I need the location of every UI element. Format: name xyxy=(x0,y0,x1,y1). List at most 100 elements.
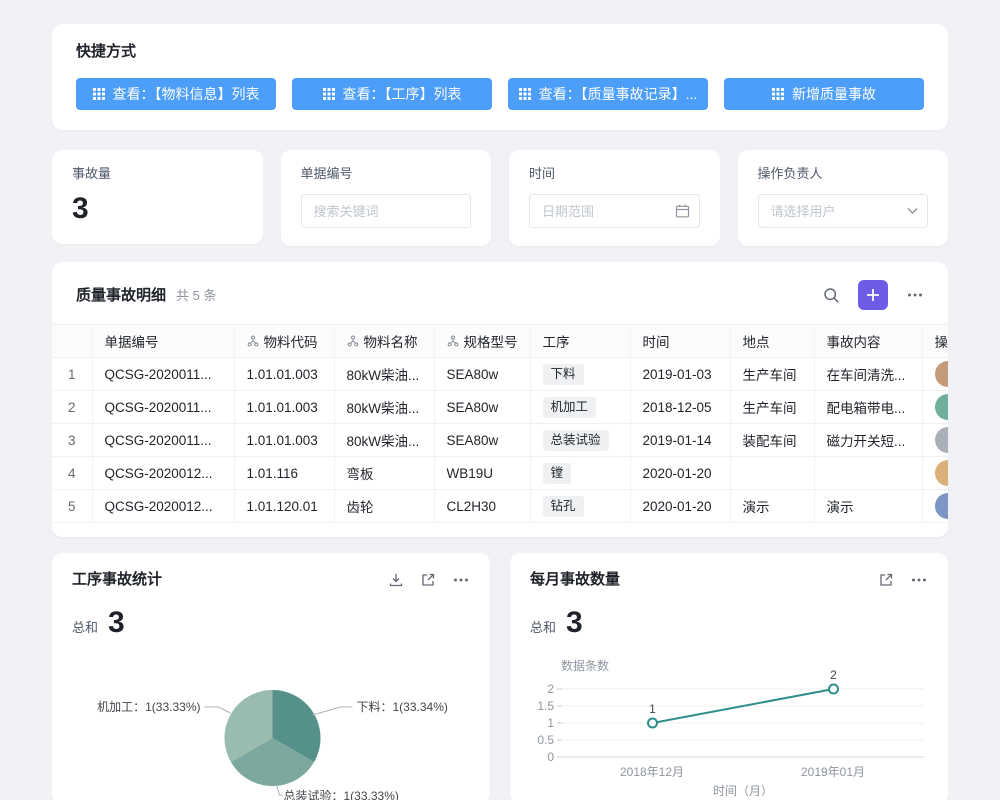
column-header-content: 事故内容 xyxy=(814,325,922,358)
svg-text:1: 1 xyxy=(649,702,656,716)
plus-icon xyxy=(866,288,880,302)
process-tag: 机加工 xyxy=(543,397,597,418)
dashboard-page: 快捷方式 查看：【物料信息】列表 查看：【工序】列表 xyxy=(0,0,1000,800)
cell-operator xyxy=(922,391,948,424)
doc-number-search-input[interactable] xyxy=(301,194,472,228)
time-filter-card: 时间 xyxy=(509,150,720,246)
cell-content xyxy=(814,457,922,490)
cell-mat-code: 1.01.120.01 xyxy=(234,490,334,523)
avatar xyxy=(935,394,949,420)
column-header-place: 地点 xyxy=(730,325,814,358)
cell-mat-code: 1.01.01.003 xyxy=(234,358,334,391)
cell-date: 2018-12-05 xyxy=(630,391,730,424)
line-chart-title: 每月事故数量 xyxy=(530,570,620,590)
more-button[interactable] xyxy=(910,571,928,589)
cell-doc: QCSG-2020012... xyxy=(92,457,234,490)
table-row[interactable]: 1 QCSG-2020011... 1.01.01.003 80kW柴油... … xyxy=(52,358,948,391)
y-tick: 2 xyxy=(547,682,554,696)
cell-place xyxy=(730,457,814,490)
table-title: 质量事故明细 xyxy=(76,286,166,306)
more-button[interactable] xyxy=(452,571,470,589)
accident-table: 单据编号 物料代码 物料名称 规格型号 工序 时间 地点 事故内容 操作负责人 xyxy=(52,324,948,523)
column-header-doc: 单据编号 xyxy=(92,325,234,358)
cell-doc: QCSG-2020011... xyxy=(92,424,234,457)
column-header-index xyxy=(52,325,92,358)
pie-label-machining: 机加工：1(33.33%) xyxy=(97,700,200,714)
table-row[interactable]: 2 QCSG-2020011... 1.01.01.003 80kW柴油... … xyxy=(52,391,948,424)
chevron-down-icon xyxy=(907,208,918,215)
svg-text:2: 2 xyxy=(830,668,837,682)
y-tick: 0.5 xyxy=(537,733,554,747)
cell-content: 磁力开关短... xyxy=(814,424,922,457)
y-tick: 1 xyxy=(547,716,554,730)
shortcut-button-row: 查看：【物料信息】列表 查看：【工序】列表 查看：【质量事故记录】... xyxy=(76,78,924,110)
cell-process: 机加工 xyxy=(530,391,630,424)
shortcut-label: 查看：【工序】列表 xyxy=(343,84,462,104)
view-quality-record-list-button[interactable]: 查看：【质量事故记录】... xyxy=(508,78,708,110)
column-header-date: 时间 xyxy=(630,325,730,358)
table-row[interactable]: 3 QCSG-2020011... 1.01.01.003 80kW柴油... … xyxy=(52,424,948,457)
cell-process: 下料 xyxy=(530,358,630,391)
cell-content: 演示 xyxy=(814,490,922,523)
cell-mat-name: 80kW柴油... xyxy=(334,358,434,391)
pie-label-assembly: 总装试验：1(33.33%) xyxy=(284,788,399,800)
cell-mat-code: 1.01.116 xyxy=(234,457,334,490)
cell-mat-name: 80kW柴油... xyxy=(334,391,434,424)
cell-date: 2019-01-14 xyxy=(630,424,730,457)
line-total-label: 总和 xyxy=(530,617,556,636)
add-record-button[interactable] xyxy=(858,280,888,310)
accident-count-card: 事故量 3 xyxy=(52,150,263,244)
operator-select[interactable] xyxy=(758,194,929,228)
table-record-count: 共 5 条 xyxy=(176,285,216,304)
cell-mat-code: 1.01.01.003 xyxy=(234,424,334,457)
filter-row: 事故量 3 单据编号 时间 操作负责人 xyxy=(52,150,948,246)
operator-label: 操作负责人 xyxy=(758,166,929,182)
cell-doc: QCSG-2020011... xyxy=(92,391,234,424)
add-quality-accident-button[interactable]: 新增质量事故 xyxy=(724,78,924,110)
search-button[interactable] xyxy=(823,287,840,304)
chart-row: 工序事故统计 总和 3 xyxy=(52,553,948,800)
cell-doc: QCSG-2020011... xyxy=(92,358,234,391)
pie-total-value: 3 xyxy=(108,608,125,638)
operator-filter-card: 操作负责人 xyxy=(738,150,949,246)
open-external-button[interactable] xyxy=(420,572,436,588)
relation-icon xyxy=(247,335,259,347)
table-row[interactable]: 5 QCSG-2020012... 1.01.120.01 齿轮 CL2H30 … xyxy=(52,490,948,523)
accident-detail-table-card: 质量事故明细 共 5 条 xyxy=(52,262,948,537)
more-button[interactable] xyxy=(906,286,924,304)
table-row[interactable]: 4 QCSG-2020012... 1.01.116 弯板 WB19U 镗 20… xyxy=(52,457,948,490)
cell-process: 钻孔 xyxy=(530,490,630,523)
cell-date: 2020-01-20 xyxy=(630,457,730,490)
table-header-row: 单据编号 物料代码 物料名称 规格型号 工序 时间 地点 事故内容 操作负责人 xyxy=(52,325,948,358)
process-pie-chart: 机加工：1(33.33%) 下料：1(33.34%) 总装试验：1(33.33%… xyxy=(72,652,470,800)
view-process-list-button[interactable]: 查看：【工序】列表 xyxy=(292,78,492,110)
pie-total-label: 总和 xyxy=(72,617,98,636)
accident-count-value: 3 xyxy=(72,192,243,226)
download-button[interactable] xyxy=(388,572,404,588)
pie-chart-title: 工序事故统计 xyxy=(72,570,162,590)
column-header-mat-name: 物料名称 xyxy=(334,325,434,358)
more-icon xyxy=(910,571,928,589)
cell-spec: SEA80w xyxy=(434,424,530,457)
cell-mat-name: 齿轮 xyxy=(334,490,434,523)
open-external-button[interactable] xyxy=(878,572,894,588)
grid-icon xyxy=(519,88,531,100)
relation-icon xyxy=(347,335,359,347)
column-header-operator: 操作负责人 xyxy=(922,325,948,358)
shortcut-label: 查看：【质量事故记录】... xyxy=(539,84,698,104)
shortcuts-card: 快捷方式 查看：【物料信息】列表 查看：【工序】列表 xyxy=(52,24,948,130)
table-viewport: 单据编号 物料代码 物料名称 规格型号 工序 时间 地点 事故内容 操作负责人 xyxy=(52,324,948,523)
grid-icon xyxy=(93,88,105,100)
view-material-list-button[interactable]: 查看：【物料信息】列表 xyxy=(76,78,276,110)
cell-process: 镗 xyxy=(530,457,630,490)
grid-icon xyxy=(323,88,335,100)
avatar xyxy=(935,493,949,519)
y-tick: 0 xyxy=(547,750,554,764)
cell-spec: WB19U xyxy=(434,457,530,490)
cell-operator xyxy=(922,358,948,391)
accident-count-label: 事故量 xyxy=(72,166,243,182)
line-total-value: 3 xyxy=(566,608,583,638)
cell-spec: SEA80w xyxy=(434,358,530,391)
cell-content: 在车间清洗... xyxy=(814,358,922,391)
avatar xyxy=(935,427,949,453)
